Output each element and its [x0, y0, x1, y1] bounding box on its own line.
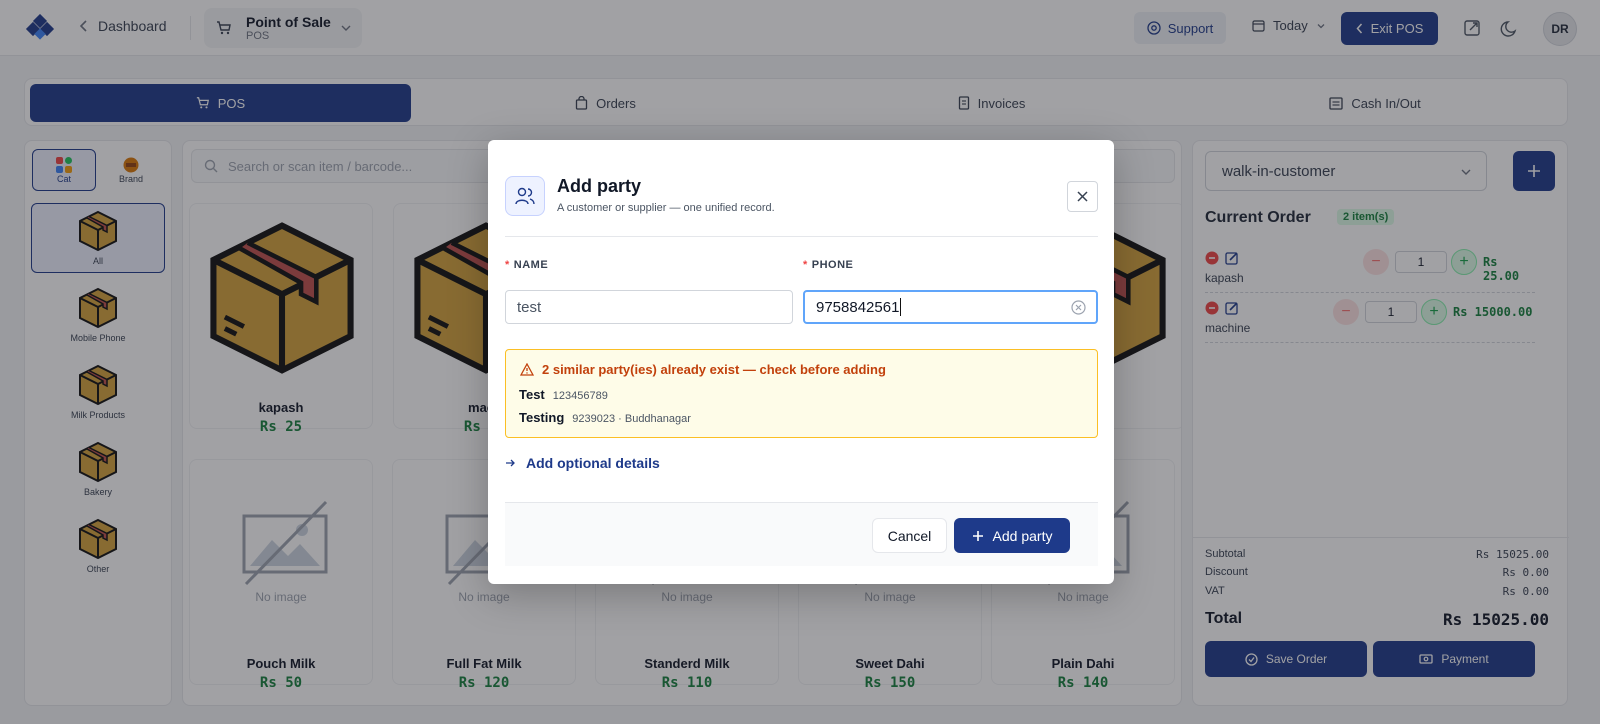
warning-title: 2 similar party(ies) already exist — che… — [520, 362, 886, 377]
add-party-label: Add party — [992, 527, 1053, 544]
close-icon — [1077, 191, 1088, 202]
duplicate-warning: 2 similar party(ies) already exist — che… — [505, 349, 1098, 438]
similar-party-detail: 9239023 · Buddhanagar — [572, 413, 691, 425]
arrow-right-icon — [506, 459, 515, 467]
name-field[interactable]: test — [505, 290, 793, 324]
similar-party-item[interactable]: Testing 9239023 · Buddhanagar — [519, 410, 691, 425]
add-party-button[interactable]: Add party — [954, 518, 1070, 553]
name-value: test — [517, 298, 542, 316]
clear-input-icon[interactable] — [1071, 300, 1086, 315]
phone-field[interactable]: 9758842561 — [803, 290, 1098, 324]
divider — [505, 236, 1098, 237]
dialog-title: Add party — [557, 176, 642, 196]
warning-triangle-icon — [520, 363, 534, 376]
similar-party-item[interactable]: Test 123456789 — [519, 387, 608, 402]
plus-icon — [972, 530, 983, 541]
phone-label-text: PHONE — [811, 259, 854, 271]
cancel-button[interactable]: Cancel — [872, 518, 947, 553]
add-party-dialog: Add party A customer or supplier — one u… — [488, 140, 1114, 584]
optional-link-label: Add optional details — [526, 455, 660, 471]
required-mark: * — [803, 259, 808, 271]
phone-field-label: * PHONE — [803, 259, 853, 271]
phone-value: 9758842561 — [816, 298, 900, 316]
warning-text: 2 similar party(ies) already exist — che… — [542, 362, 886, 377]
name-field-label: * NAME — [505, 259, 548, 271]
users-icon — [505, 176, 545, 216]
similar-party-name: Test — [519, 387, 545, 402]
close-button[interactable] — [1067, 181, 1098, 212]
similar-party-detail: 123456789 — [552, 390, 608, 402]
name-label-text: NAME — [513, 259, 549, 271]
text-cursor — [900, 298, 902, 316]
required-mark: * — [505, 259, 510, 271]
add-optional-details-link[interactable]: Add optional details — [505, 455, 660, 471]
similar-party-name: Testing — [519, 410, 565, 425]
dialog-subtitle: A customer or supplier — one unified rec… — [557, 202, 775, 214]
dialog-footer: Cancel Add party — [505, 502, 1098, 566]
